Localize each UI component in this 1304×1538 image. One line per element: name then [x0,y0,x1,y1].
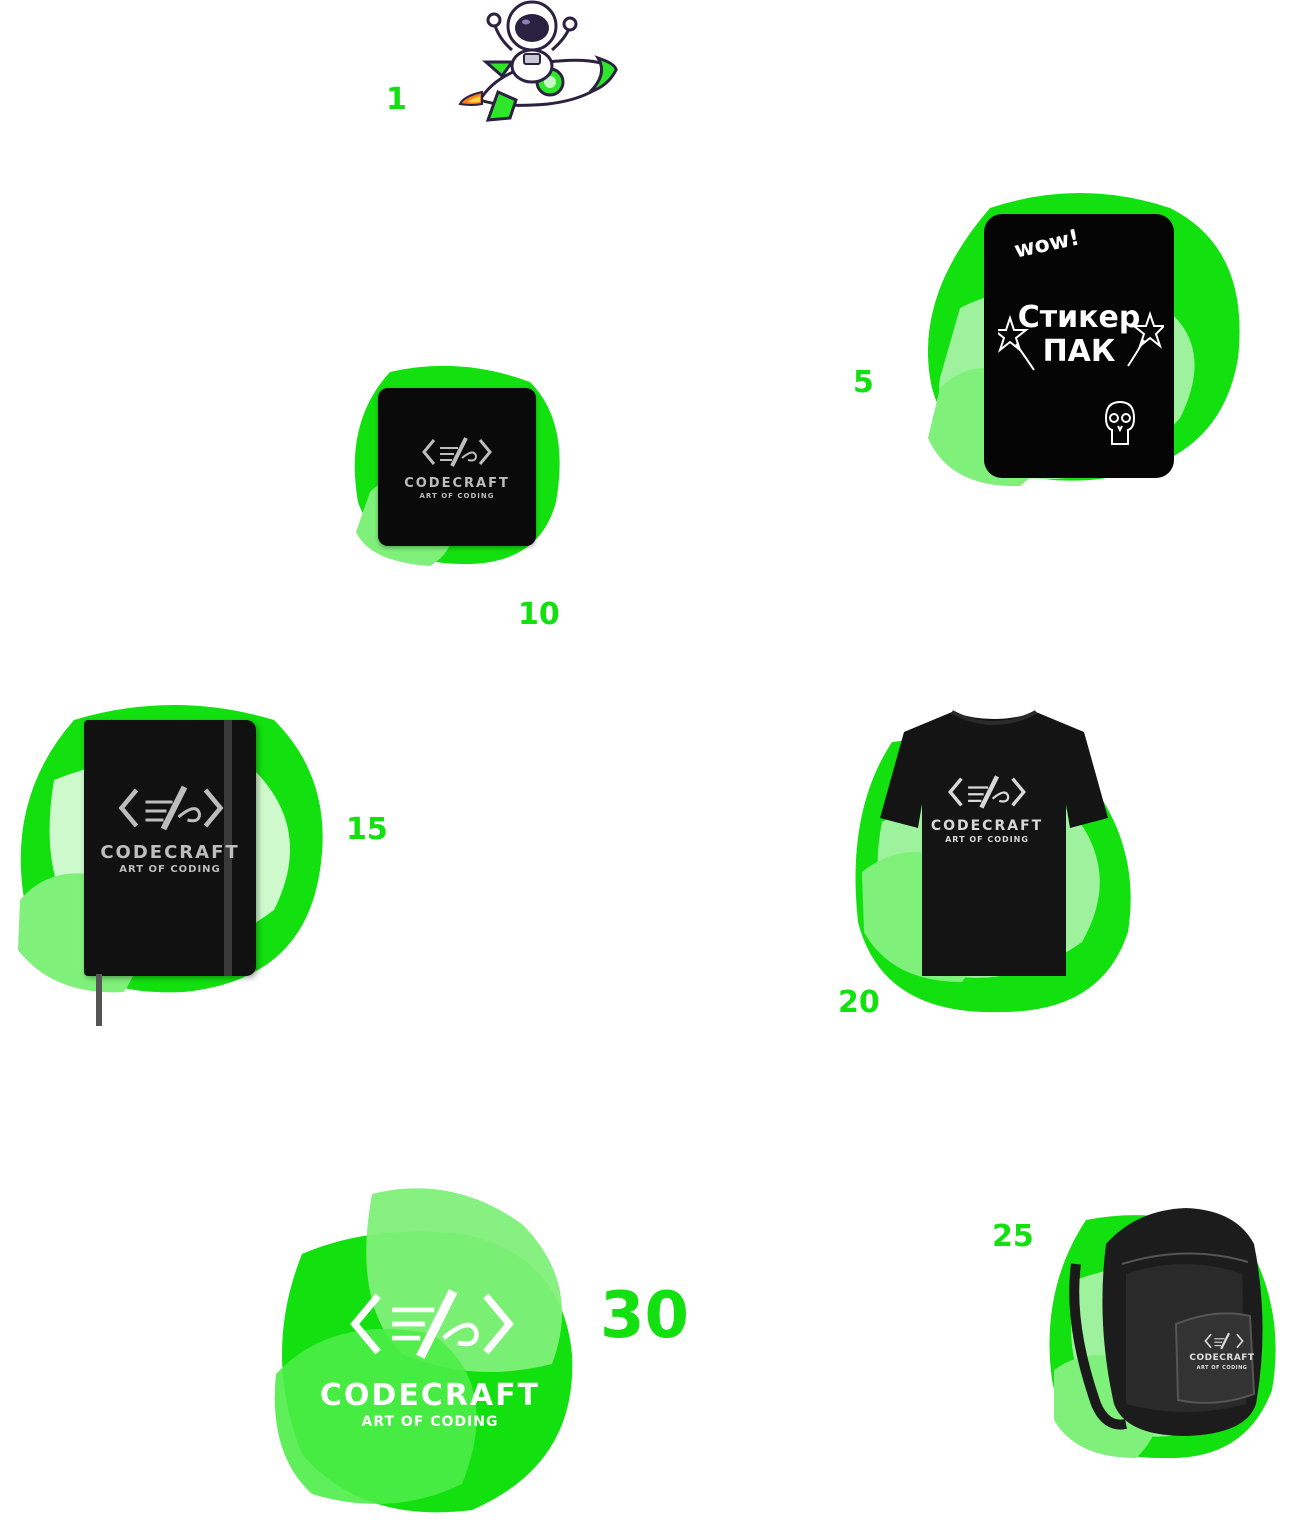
milestone-25-label: 25 [992,1219,1034,1254]
notebook-brand-tagline: ART OF CODING [119,864,221,875]
milestone-1-label: 1 [386,82,407,117]
mousepad-product: CODECRAFT ART OF CODING [378,388,536,546]
mousepad-brand-tagline: ART OF CODING [419,492,495,500]
brand-logo-tagline: ART OF CODING [361,1414,499,1430]
tshirt-brand-tagline: ART OF CODING [945,835,1029,844]
milestone-5-label: 5 [853,365,874,400]
codecraft-logo-icon [948,775,1026,809]
astronaut-rocket-icon [458,0,618,122]
sticker-pack-card: wow! Стикер ПАК [984,214,1174,478]
sticker-wow: wow! [1012,225,1082,264]
milestone-15-label: 15 [346,812,388,847]
mousepad-brand-name: CODECRAFT [404,476,510,491]
milestone-20-label: 20 [838,985,880,1020]
backpack-brand-name: CODECRAFT [1189,1353,1255,1363]
notebook-product: CODECRAFT ART OF CODING [84,720,256,976]
star-left-icon [998,314,1035,371]
codecraft-logo-icon [350,1289,514,1359]
tshirt-brand-name: CODECRAFT [930,818,1044,834]
notebook-ribbon [96,974,102,1026]
brand-logo-name: CODECRAFT [319,1378,541,1413]
skull-icon [1104,400,1136,445]
codecraft-logo-icon [1204,1332,1244,1350]
backpack-brand-tagline: ART OF CODING [1196,1365,1248,1371]
codecraft-logo-icon [118,785,224,831]
codecraft-logo-icon [422,437,492,467]
backpack-product [1069,1208,1263,1436]
notebook-brand-name: CODECRAFT [100,842,240,863]
milestone-10-label: 10 [518,597,560,632]
star-right-icon [1127,310,1164,367]
milestone-30-label: 30 [600,1279,690,1353]
